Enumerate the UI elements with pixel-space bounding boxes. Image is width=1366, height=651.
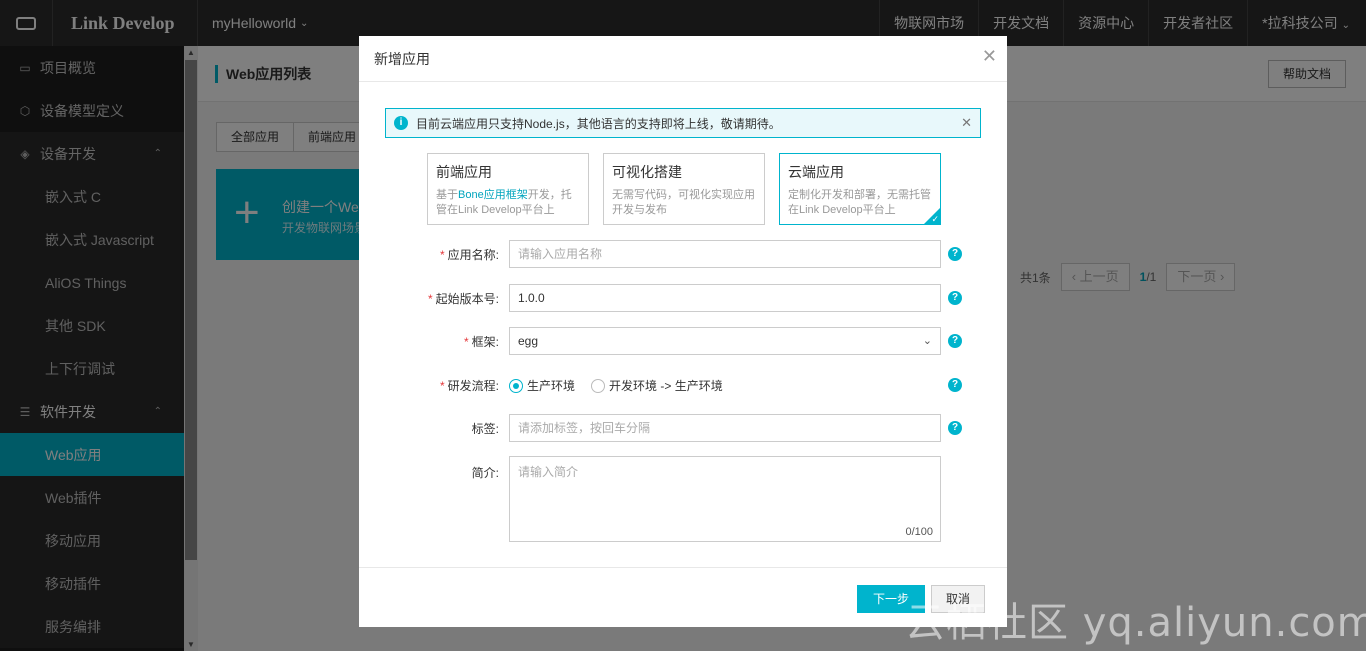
label-text: 简介:	[471, 466, 499, 480]
notice-close-icon[interactable]: ✕	[961, 115, 972, 131]
form-label: 简介:	[359, 456, 509, 481]
form-label: * 研发流程:	[439, 378, 499, 393]
form-label: * 框架:	[463, 334, 499, 349]
help-icon[interactable]: ?	[948, 291, 962, 305]
type-title: 前端应用	[436, 164, 492, 180]
framework-select[interactable]: egg ⌄	[509, 327, 941, 355]
label-text: 标签:	[471, 421, 499, 436]
form-row-version: * 起始版本号: 1.0.0 ?	[359, 283, 1007, 313]
form-label: 标签:	[359, 420, 509, 437]
label-text: 起始版本号:	[435, 291, 499, 306]
help-icon[interactable]: ?	[948, 334, 962, 348]
check-icon: ✓	[931, 214, 939, 224]
watermark: 云栖社区 yq.aliyun.com	[905, 600, 1366, 646]
dialog-header: 新增应用 ✕	[359, 36, 1007, 82]
app-name-input[interactable]: 请输入应用名称	[509, 240, 941, 268]
app-type-selector: 前端应用 基于Bone应用框架开发，托管在Link Develop平台上 可视化…	[427, 153, 941, 225]
info-notice: i 目前云端应用只支持Node.js，其他语言的支持即将上线，敬请期待。 ✕	[385, 108, 981, 138]
label-text: 研发流程:	[447, 378, 499, 393]
chevron-down-icon: ⌄	[922, 335, 932, 347]
app-type-visual[interactable]: 可视化搭建 无需写代码，可视化实现应用开发与发布	[603, 153, 765, 225]
new-app-dialog: 新增应用 ✕ i 目前云端应用只支持Node.js，其他语言的支持即将上线，敬请…	[359, 36, 1007, 627]
app-type-frontend[interactable]: 前端应用 基于Bone应用框架开发，托管在Link Develop平台上	[427, 153, 589, 225]
help-icon[interactable]: ?	[948, 247, 962, 261]
form-row-flow: * 研发流程: 生产环境 开发环境 -> 生产环境 ?	[359, 370, 1007, 400]
type-desc: 无需写代码，可视化实现应用开发与发布	[612, 189, 755, 216]
help-icon[interactable]: ?	[948, 421, 962, 435]
type-desc: 定制化开发和部署，无需托管在Link Develop平台上	[788, 189, 931, 216]
radio-label: 开发环境 -> 生产环境	[609, 379, 723, 393]
form-row-tags: 标签: 请添加标签，按回车分隔 ?	[359, 413, 1007, 443]
close-icon[interactable]: ✕	[982, 46, 997, 67]
framework-value: egg	[518, 334, 539, 348]
tags-input[interactable]: 请添加标签，按回车分隔	[509, 414, 941, 442]
char-count: 0/100	[905, 526, 933, 538]
type-desc: 基于Bone应用框架开发，托管在Link Develop平台上	[436, 188, 580, 218]
info-icon: i	[394, 116, 408, 130]
flow-radio-group: 生产环境 开发环境 -> 生产环境	[509, 377, 723, 394]
dialog-title: 新增应用	[374, 50, 430, 67]
form-label: * 起始版本号:	[427, 291, 499, 306]
flow-radio-dev-to-prod[interactable]: 开发环境 -> 生产环境	[591, 377, 723, 394]
type-title: 云端应用	[788, 164, 844, 180]
radio-label: 生产环境	[527, 379, 576, 393]
label-text: 应用名称:	[447, 247, 499, 262]
app-type-cloud[interactable]: 云端应用 定制化开发和部署，无需托管在Link Develop平台上 ✓	[779, 153, 941, 225]
form-row-framework: * 框架: egg ⌄ ?	[359, 326, 1007, 356]
form-row-name: * 应用名称: 请输入应用名称 ?	[359, 239, 1007, 269]
type-title: 可视化搭建	[612, 164, 682, 180]
label-text: 框架:	[471, 334, 499, 349]
help-icon[interactable]: ?	[948, 378, 962, 392]
form-row-intro: 简介: 请输入简介 0/100	[359, 456, 1007, 546]
version-input[interactable]: 1.0.0	[509, 284, 941, 312]
intro-placeholder: 请输入简介	[518, 465, 579, 479]
notice-text: 目前云端应用只支持Node.js，其他语言的支持即将上线，敬请期待。	[416, 116, 781, 131]
flow-radio-production[interactable]: 生产环境	[509, 377, 575, 394]
intro-textarea[interactable]: 请输入简介 0/100	[509, 456, 941, 542]
type-desc-pre: 基于	[436, 189, 458, 201]
bone-framework-link[interactable]: Bone应用框架	[458, 189, 528, 201]
form-label: * 应用名称:	[439, 247, 499, 262]
